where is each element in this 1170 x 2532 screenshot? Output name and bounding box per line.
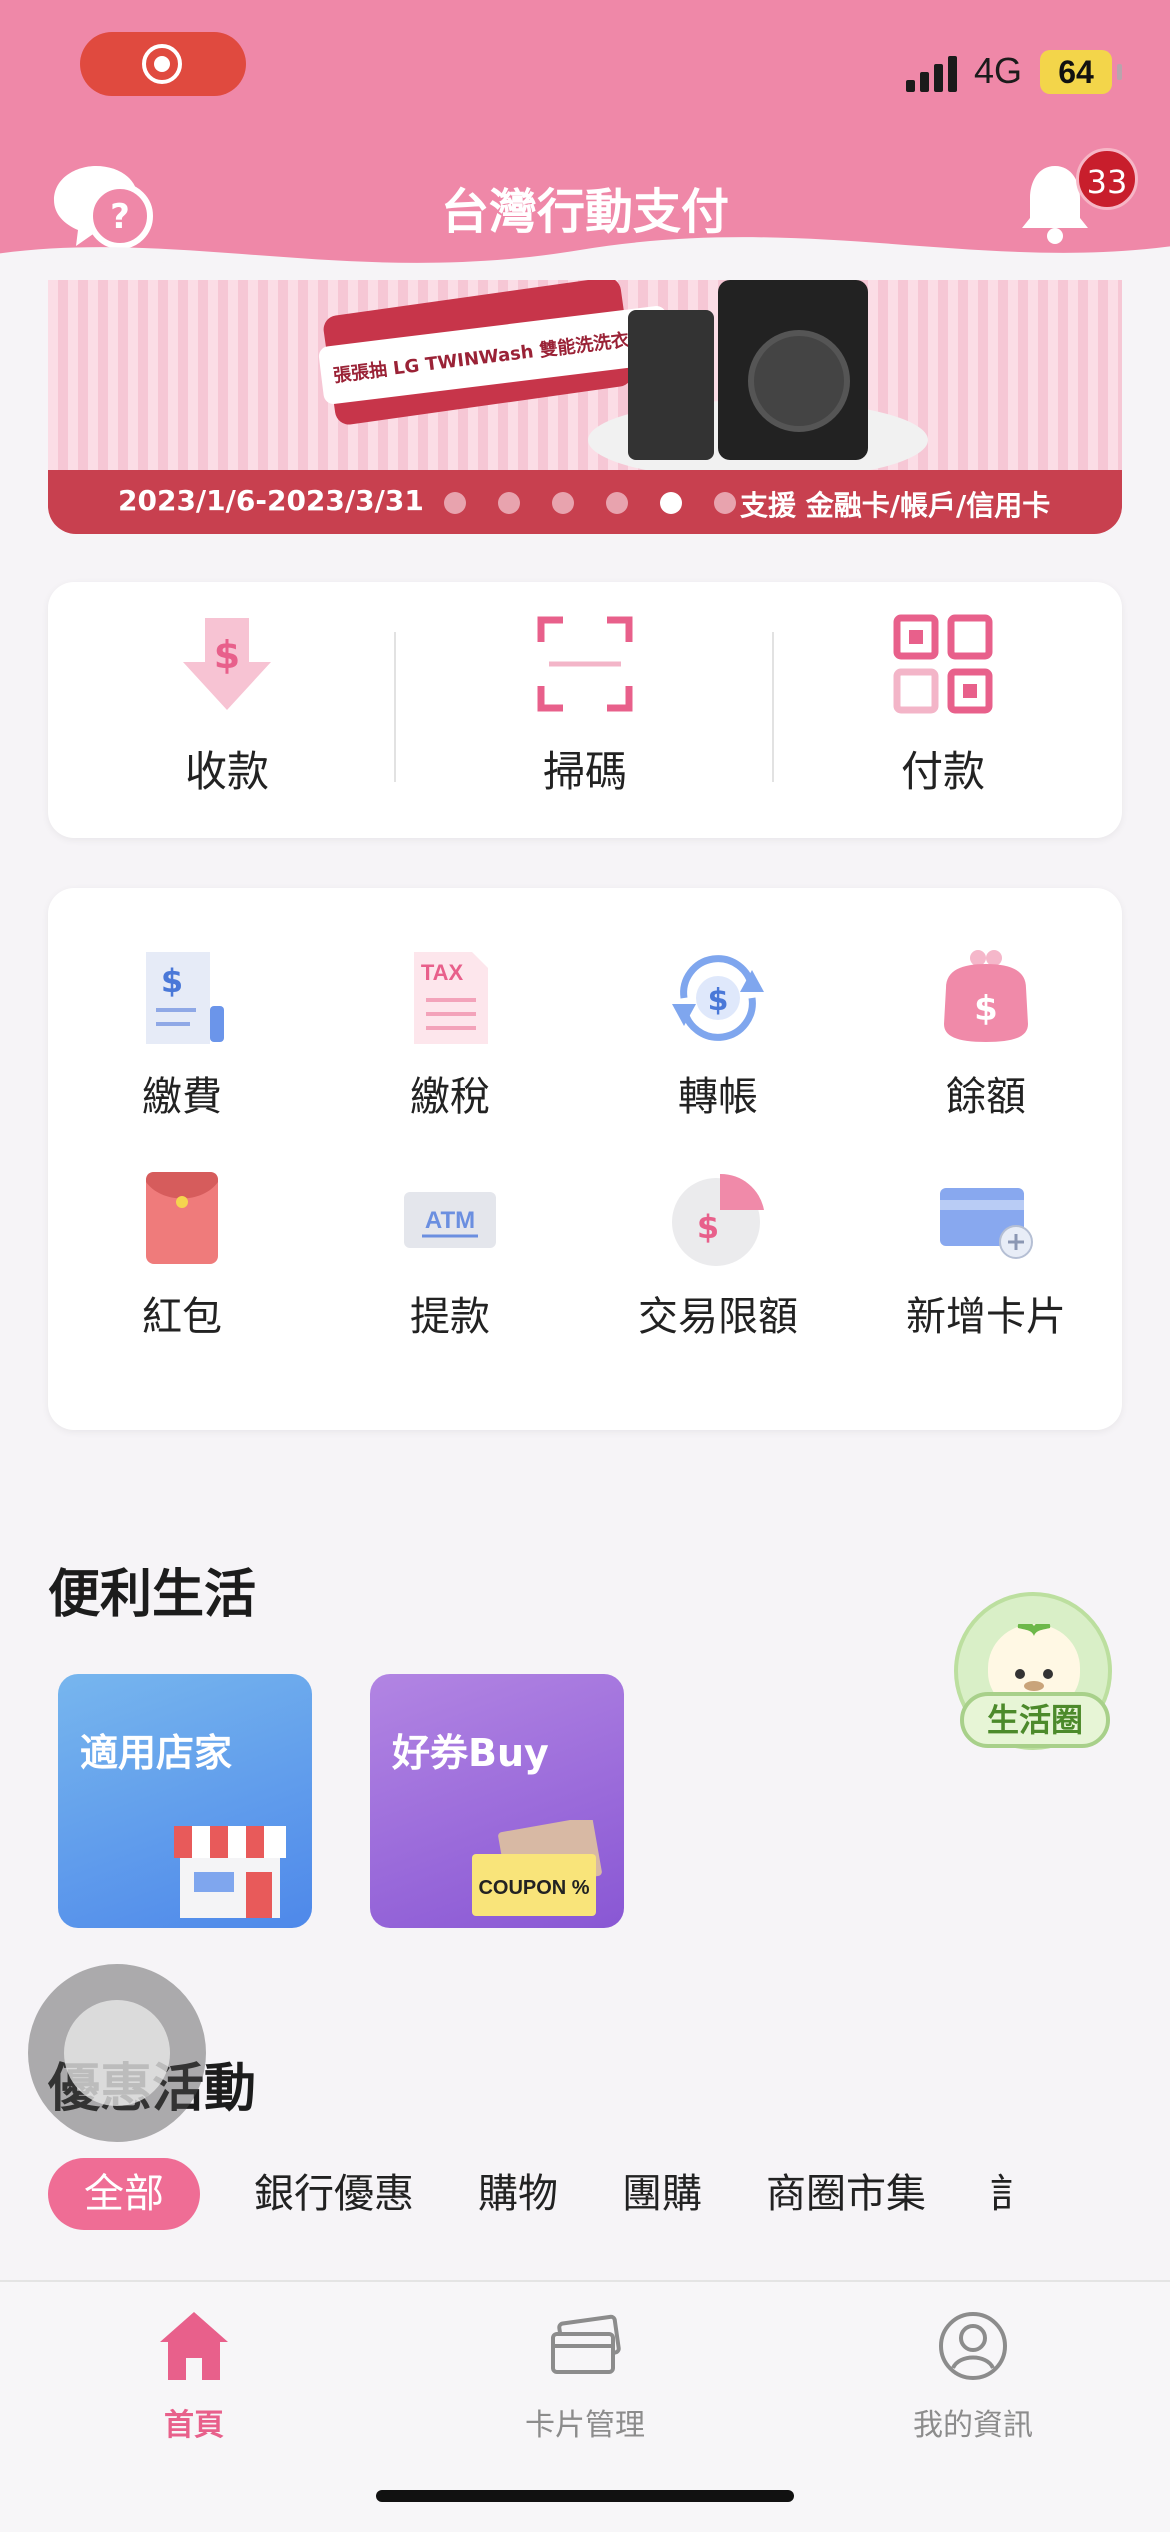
pay-tax-button[interactable]: TAX 繳稅	[316, 948, 584, 1158]
stores-tile[interactable]: 適用店家	[58, 1674, 312, 1928]
store-icon	[174, 1826, 286, 1918]
receive-label: 收款	[184, 747, 269, 796]
purse-icon: $	[944, 950, 1028, 1042]
chip-bank-offers[interactable]: 銀行優惠	[254, 2158, 414, 2230]
svg-text:TAX: TAX	[421, 960, 464, 985]
network-type: 4G	[974, 50, 1023, 91]
stores-tile-label: 適用店家	[80, 1731, 233, 1775]
washer-image	[718, 280, 868, 460]
banner-date-range: 2023/1/6-2023/3/31	[118, 484, 424, 517]
record-icon	[142, 44, 182, 84]
svg-text:$: $	[974, 989, 998, 1029]
chip-group-buy[interactable]: 團購	[622, 2158, 702, 2230]
life-circle-label: 生活圈	[960, 1692, 1110, 1748]
coupon-badge-text: COUPON %	[478, 1877, 589, 1899]
transaction-limit-label: 交易限額	[638, 1294, 798, 1340]
svg-text:$: $	[697, 1208, 719, 1246]
chip-all[interactable]: 全部	[48, 2158, 200, 2230]
nav-home[interactable]: 首頁	[64, 2308, 324, 2448]
transaction-limit-button[interactable]: $ 交易限額	[584, 1168, 852, 1378]
receive-button[interactable]: $ 收款	[48, 582, 406, 838]
banner-dot[interactable]	[552, 492, 574, 514]
pay-tax-label: 繳稅	[410, 1074, 490, 1120]
services-card: $ 繳費 TAX 繳稅 $ 轉帳 $ 餘額 紅包 ATM 提款 $ 交易限額 新…	[48, 888, 1122, 1430]
bill-icon: $	[146, 952, 224, 1044]
add-card-icon	[940, 1188, 1033, 1259]
tax-icon: TAX	[414, 952, 488, 1044]
scan-label: 掃碼	[542, 747, 627, 796]
banner-dot[interactable]	[606, 492, 628, 514]
header-wave-decoration	[0, 237, 1170, 280]
atm-icon: ATM	[404, 1192, 496, 1248]
banner-support-text: 支援 金融卡/帳戶/信用卡	[740, 489, 1051, 522]
banner-dot[interactable]	[714, 492, 736, 514]
battery-indicator: 64	[1040, 50, 1122, 94]
life-circle-button[interactable]: 生活圈	[954, 1592, 1112, 1750]
pay-bills-label: 繳費	[142, 1074, 222, 1120]
coupon-icon: COUPON %	[472, 1820, 602, 1916]
chip-more[interactable]: 訁	[990, 2158, 1030, 2230]
convenience-section-title: 便利生活	[48, 1565, 257, 1625]
balance-button[interactable]: $ 餘額	[852, 948, 1120, 1158]
banner-pagination	[444, 492, 736, 514]
svg-text:$: $	[708, 983, 729, 1018]
profile-icon	[939, 2312, 1007, 2380]
scan-icon	[537, 616, 633, 712]
screen-recording-indicator[interactable]	[80, 32, 246, 96]
pay-label: 付款	[900, 747, 985, 796]
chip-markets[interactable]: 商圈市集	[766, 2158, 926, 2230]
svg-text:ATM: ATM	[425, 1207, 475, 1234]
coupon-buy-tile[interactable]: 好券Buy COUPON %	[370, 1674, 624, 1928]
promotion-category-tabs: 全部 銀行優惠 購物 團購 商圈市集訁	[48, 2158, 1170, 2230]
banner-dot[interactable]	[498, 492, 520, 514]
scan-button[interactable]: 掃碼	[406, 582, 764, 838]
pay-button[interactable]: 付款	[764, 582, 1122, 838]
withdraw-label: 提款	[410, 1294, 490, 1340]
nav-my-info[interactable]: 我的資訊	[843, 2308, 1103, 2448]
banner-product-image	[628, 310, 714, 460]
svg-text:$: $	[161, 962, 183, 1000]
app-header: 4G 64 ? 台灣行動支付 33	[0, 0, 1170, 280]
balance-label: 餘額	[946, 1074, 1026, 1120]
divider	[394, 632, 396, 782]
quick-actions-card: $ 收款 掃碼 付款	[48, 582, 1122, 838]
nav-card-management-label: 卡片管理	[525, 2408, 645, 2443]
nav-my-info-label: 我的資訊	[913, 2408, 1033, 2443]
qr-code-icon	[893, 614, 993, 714]
nav-home-label: 首頁	[164, 2408, 224, 2443]
coupon-tile-label: 好券Buy	[392, 1731, 549, 1775]
add-card-button[interactable]: 新增卡片	[852, 1168, 1120, 1378]
red-envelope-label: 紅包	[142, 1294, 222, 1340]
home-indicator	[376, 2490, 794, 2502]
promo-banner[interactable]: 張張抽 LG TWINWash 雙能洗洗衣機 2023/1/6-2023/3/3…	[48, 250, 1122, 534]
red-envelope-icon	[146, 1172, 218, 1264]
add-card-label: 新增卡片	[906, 1294, 1066, 1340]
assistive-touch-button[interactable]	[28, 1964, 206, 2142]
banner-dot-active[interactable]	[660, 492, 682, 514]
chip-shopping[interactable]: 購物	[478, 2158, 558, 2230]
transfer-button[interactable]: $ 轉帳	[584, 948, 852, 1158]
red-envelope-button[interactable]: 紅包	[48, 1168, 316, 1378]
transfer-icon: $	[672, 955, 764, 1041]
pay-bills-button[interactable]: $ 繳費	[48, 948, 316, 1158]
banner-info-bar: 2023/1/6-2023/3/31 支援 金融卡/帳戶/信用卡	[48, 470, 1122, 534]
transfer-label: 轉帳	[678, 1074, 758, 1120]
cellular-signal-icon	[906, 56, 957, 92]
svg-text:$: $	[214, 633, 240, 677]
home-icon	[160, 2312, 228, 2380]
nav-card-management[interactable]: 卡片管理	[455, 2308, 715, 2448]
pie-limit-icon: $	[672, 1173, 764, 1266]
cards-icon	[551, 2314, 621, 2374]
receive-money-icon: $	[183, 618, 271, 710]
banner-dot[interactable]	[444, 492, 466, 514]
withdraw-button[interactable]: ATM 提款	[316, 1168, 584, 1378]
